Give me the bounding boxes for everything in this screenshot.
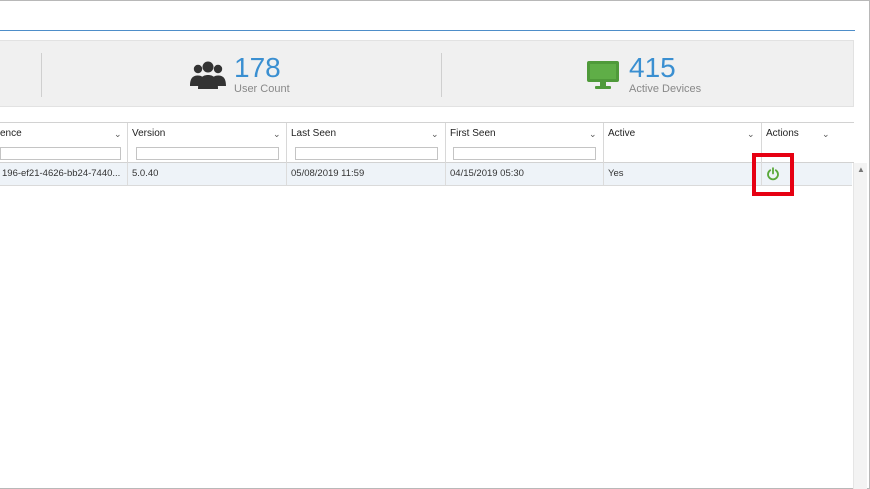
stats-divider bbox=[41, 53, 42, 97]
chevron-down-icon[interactable]: ⌄ bbox=[114, 129, 122, 140]
cell-sequence: 196-ef21-4626-bb24-7440... bbox=[0, 163, 128, 185]
chevron-down-icon[interactable]: ⌄ bbox=[273, 129, 281, 140]
column-title: ence bbox=[0, 128, 22, 139]
header-rule bbox=[0, 30, 855, 31]
chevron-down-icon[interactable]: ⌄ bbox=[589, 129, 597, 140]
cell-last-seen: 05/08/2019 11:59 bbox=[287, 163, 446, 185]
cell-first-seen: 04/15/2019 05:30 bbox=[446, 163, 604, 185]
stats-bar: 178 User Count 415 Active Devices bbox=[0, 40, 854, 107]
active-devices-stat: 415 Active Devices bbox=[583, 41, 701, 108]
user-count-label: User Count bbox=[234, 83, 290, 95]
users-icon bbox=[188, 57, 228, 93]
vertical-scrollbar[interactable]: ▲ bbox=[853, 163, 867, 489]
column-title: Active bbox=[608, 128, 636, 139]
user-count-value: 178 bbox=[234, 52, 281, 83]
column-header-last-seen[interactable]: Last Seen ⌄ bbox=[287, 123, 446, 164]
filter-input-version[interactable] bbox=[136, 147, 279, 160]
column-title: First Seen bbox=[450, 128, 496, 139]
cell-version: 5.0.40 bbox=[128, 163, 287, 185]
active-devices-label: Active Devices bbox=[629, 83, 702, 95]
grid-header: ence ⌄ Version ⌄ Last Seen ⌄ First Seen … bbox=[0, 122, 854, 164]
column-header-active[interactable]: Active ⌄ bbox=[604, 123, 762, 164]
scroll-up-arrow-icon[interactable]: ▲ bbox=[857, 165, 865, 174]
cell-active: Yes bbox=[604, 163, 762, 185]
user-count-stat: 178 User Count bbox=[188, 41, 290, 108]
highlight-box bbox=[752, 153, 794, 196]
monitor-icon bbox=[583, 57, 623, 93]
stats-divider bbox=[441, 53, 442, 97]
filter-input-first-seen[interactable] bbox=[453, 147, 596, 160]
filter-input-last-seen[interactable] bbox=[295, 147, 438, 160]
column-header-sequence[interactable]: ence ⌄ bbox=[0, 123, 128, 164]
column-title: Actions bbox=[766, 128, 799, 139]
chevron-down-icon[interactable]: ⌄ bbox=[822, 129, 830, 140]
table-row[interactable]: 196-ef21-4626-bb24-7440... 5.0.40 05/08/… bbox=[0, 163, 852, 186]
chevron-down-icon[interactable]: ⌄ bbox=[431, 129, 439, 140]
column-title: Version bbox=[132, 128, 166, 139]
active-devices-value: 415 bbox=[629, 52, 676, 83]
column-header-first-seen[interactable]: First Seen ⌄ bbox=[446, 123, 604, 164]
chevron-down-icon[interactable]: ⌄ bbox=[747, 129, 755, 140]
filter-input-sequence[interactable] bbox=[0, 147, 121, 160]
column-header-version[interactable]: Version ⌄ bbox=[128, 123, 287, 164]
column-title: Last Seen bbox=[291, 128, 337, 139]
